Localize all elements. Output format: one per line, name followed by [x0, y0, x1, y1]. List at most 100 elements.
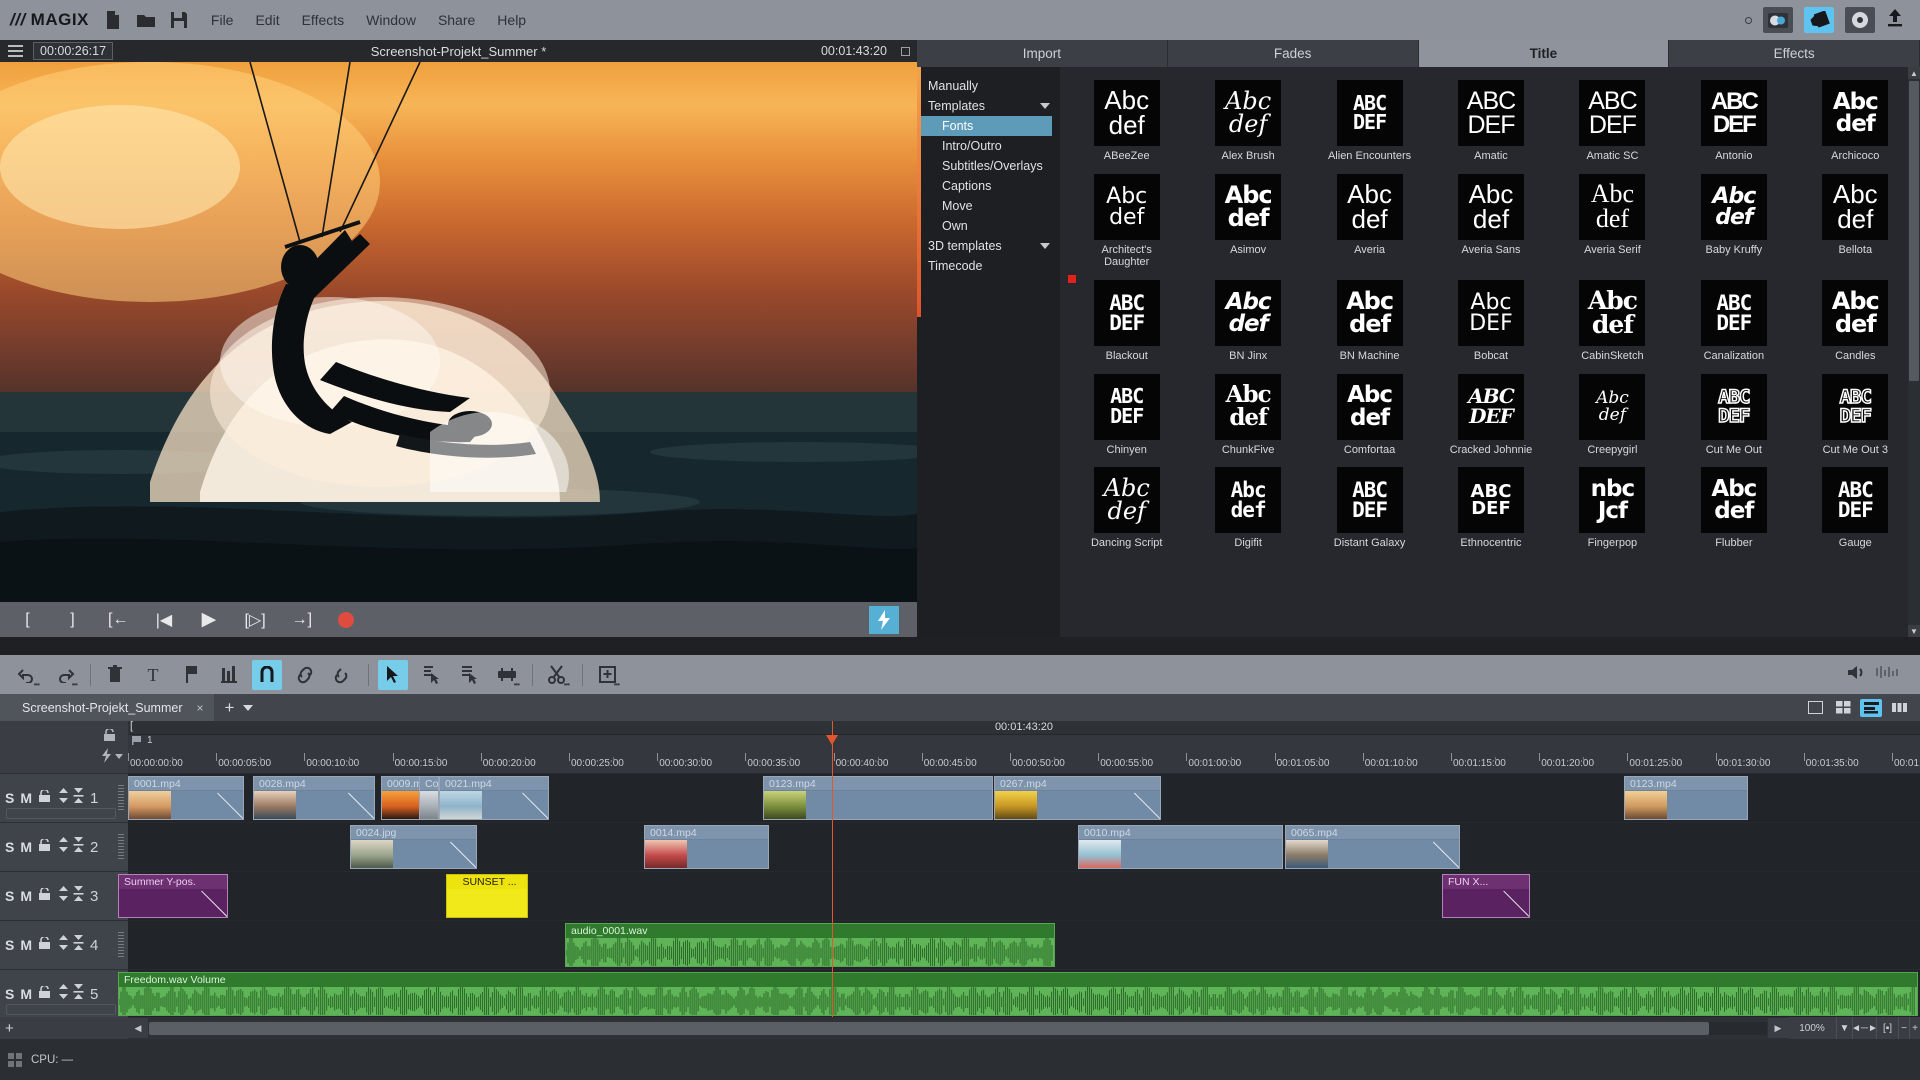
chevron-down-icon[interactable] — [1040, 243, 1050, 249]
all-tracks-mode-icon[interactable] — [454, 660, 484, 690]
auto-icon[interactable] — [73, 984, 84, 1004]
font-template-item[interactable]: ABC DEF Alien Encounters — [1309, 73, 1430, 167]
view-storyboard-icon[interactable] — [1888, 699, 1910, 717]
delete-icon[interactable] — [100, 660, 130, 690]
timeline-track-lane-5[interactable]: Freedom.wav Volume — [118, 969, 1920, 1018]
lock-icon[interactable] — [38, 984, 53, 1003]
font-template-item[interactable]: ABC DEF Chinyen — [1066, 367, 1187, 461]
unlink-icon[interactable] — [328, 660, 358, 690]
menu-item-effects[interactable]: Effects — [302, 12, 345, 28]
scroll-down-arrow[interactable]: ▼ — [1908, 625, 1920, 637]
timeline-clip[interactable]: 0010.mp4 — [1078, 825, 1283, 869]
tree-item-subtitles-overlays[interactable]: Subtitles/Overlays — [920, 156, 1060, 176]
clip-fade-handles[interactable] — [351, 840, 476, 869]
timeline-clip[interactable]: 0123.mp4 — [763, 776, 993, 820]
snap-magnet-icon[interactable] — [252, 659, 282, 690]
disc-icon[interactable] — [1845, 7, 1875, 33]
single-object-mode-icon[interactable] — [416, 660, 446, 690]
font-template-item[interactable]: ABC DEF Cracked Johnnie — [1430, 367, 1551, 461]
font-template-item[interactable]: ABC DEF Ethnocentric — [1430, 460, 1551, 554]
clip-fade-handles[interactable] — [995, 791, 1160, 820]
set-out-point-button[interactable]: ] — [63, 609, 82, 631]
font-template-item[interactable]: ABC DEF Amatic SC — [1552, 73, 1673, 167]
set-in-point-button[interactable]: [ — [18, 609, 37, 631]
view-single-icon[interactable] — [1804, 699, 1826, 717]
timeline-clip[interactable]: 0123.mp4 — [1624, 776, 1748, 820]
edit-mode-icon[interactable] — [1804, 7, 1834, 33]
font-template-item[interactable]: Abc def Architect's Daughter — [1066, 167, 1187, 273]
next-frame-button[interactable]: [▷] — [244, 609, 265, 631]
track-resize-grip[interactable] — [118, 834, 124, 860]
fade-icon[interactable] — [58, 984, 69, 1004]
font-template-item[interactable]: Abc def Candles — [1795, 273, 1916, 367]
timeline-track-lane-3[interactable]: Summer Y-pos. SUNSET ... FUN X... — [118, 871, 1920, 920]
tree-item-fonts[interactable]: Fonts — [920, 116, 1052, 136]
timeline-clip[interactable]: Summer Y-pos. — [118, 874, 228, 918]
audio-meter-icon[interactable] — [1876, 665, 1902, 684]
chevron-down-icon[interactable] — [115, 754, 123, 759]
timeline-track-lane-4[interactable]: audio_0001.wav — [128, 920, 1920, 969]
timeline-clip[interactable]: 0001.mp4 — [128, 776, 244, 820]
track-header-4[interactable]: SM 4 — [0, 920, 128, 969]
timeline-clip[interactable]: 0028.mp4 — [253, 776, 375, 820]
auto-icon[interactable] — [73, 935, 84, 955]
font-template-item[interactable]: Abc def Archicoco — [1795, 73, 1916, 167]
solo-button[interactable]: S — [5, 986, 14, 1002]
add-track-button[interactable]: + — [0, 1017, 128, 1039]
fit-selection-icon[interactable]: [▪] — [1876, 1017, 1898, 1039]
fade-icon[interactable] — [58, 886, 69, 906]
quick-render-icon[interactable] — [869, 605, 899, 634]
auto-icon[interactable] — [73, 837, 84, 857]
current-timecode[interactable]: 00:00:26:17 — [33, 42, 114, 60]
font-template-item[interactable]: Abc def Comfortaa — [1309, 367, 1430, 461]
font-template-item[interactable]: Abc def Alex Brush — [1187, 73, 1308, 167]
menu-item-share[interactable]: Share — [438, 12, 475, 28]
text-title-icon[interactable]: T — [138, 660, 168, 690]
font-template-item[interactable]: ABC DEF Blackout — [1066, 273, 1187, 367]
previous-edit-button[interactable]: [← — [108, 609, 128, 631]
font-template-item[interactable]: Abc def Averia Sans — [1430, 167, 1551, 273]
clip-fade-handles[interactable] — [440, 791, 548, 820]
font-template-item[interactable]: Abc def Flubber — [1673, 460, 1794, 554]
export-upload-icon[interactable] — [1886, 8, 1904, 32]
font-template-item[interactable]: Abc def Digifit — [1187, 460, 1308, 554]
lock-icon[interactable] — [38, 935, 53, 954]
tab-fades[interactable]: Fades — [1167, 40, 1419, 67]
video-preview-monitor[interactable] — [0, 62, 917, 602]
close-icon[interactable]: × — [196, 701, 203, 715]
mute-button[interactable]: M — [20, 839, 32, 855]
timeline-clip[interactable]: SUNSET ... — [446, 874, 528, 918]
add-project-button[interactable]: + — [225, 698, 235, 718]
font-template-item[interactable]: ABC DEF Cut Me Out 3 — [1795, 367, 1916, 461]
solo-button[interactable]: S — [5, 839, 14, 855]
track-volume-slider[interactable] — [6, 808, 116, 819]
mute-button[interactable]: M — [20, 937, 32, 953]
timeline-clip[interactable]: 0021.mp4 — [439, 776, 549, 820]
mute-button[interactable]: M — [20, 790, 32, 806]
font-template-item[interactable]: Abc DEF Bobcat — [1430, 273, 1551, 367]
track-resize-grip[interactable] — [118, 785, 124, 811]
clip-fade-handles[interactable] — [119, 889, 227, 918]
timeline-clip[interactable]: 0267.mp4 — [994, 776, 1161, 820]
timeline-horizontal-scrollbar[interactable]: ◀ ▶ — [128, 1017, 1788, 1039]
curve-mode-icon[interactable]: ••• — [492, 660, 522, 690]
menu-item-window[interactable]: Window — [366, 12, 416, 28]
chevron-down-icon[interactable]: ▼ — [1836, 1017, 1852, 1039]
hamburger-icon[interactable] — [8, 45, 23, 57]
tree-item-manually[interactable]: Manually — [920, 76, 1060, 96]
media-pool-scrollbar[interactable]: ▲ ▼ — [1908, 67, 1920, 637]
add-object-icon[interactable]: ••• — [592, 660, 622, 690]
hscroll-thumb[interactable] — [149, 1021, 1709, 1035]
scroll-right-arrow[interactable]: ▶ — [1768, 1018, 1788, 1038]
timeline-ruler[interactable]: 1 00:00:00:00 00:00:05:00 00:00:10:00 00:00… — [128, 735, 1920, 773]
font-template-item[interactable]: Abc def Bellota — [1795, 167, 1916, 273]
maximize-preview-button[interactable] — [901, 46, 910, 56]
audio-mix-icon[interactable] — [214, 660, 244, 690]
font-template-item[interactable]: ABC DEF Cut Me Out — [1673, 367, 1794, 461]
zoom-level-value[interactable]: 100% — [1788, 1017, 1836, 1039]
scroll-left-arrow[interactable]: ◀ — [128, 1018, 148, 1038]
new-document-icon[interactable] — [103, 10, 123, 30]
track-header-1[interactable]: SM 1 — [0, 773, 128, 822]
lock-icon[interactable] — [38, 837, 53, 856]
font-template-item[interactable]: Abc def Creepygirl — [1552, 367, 1673, 461]
